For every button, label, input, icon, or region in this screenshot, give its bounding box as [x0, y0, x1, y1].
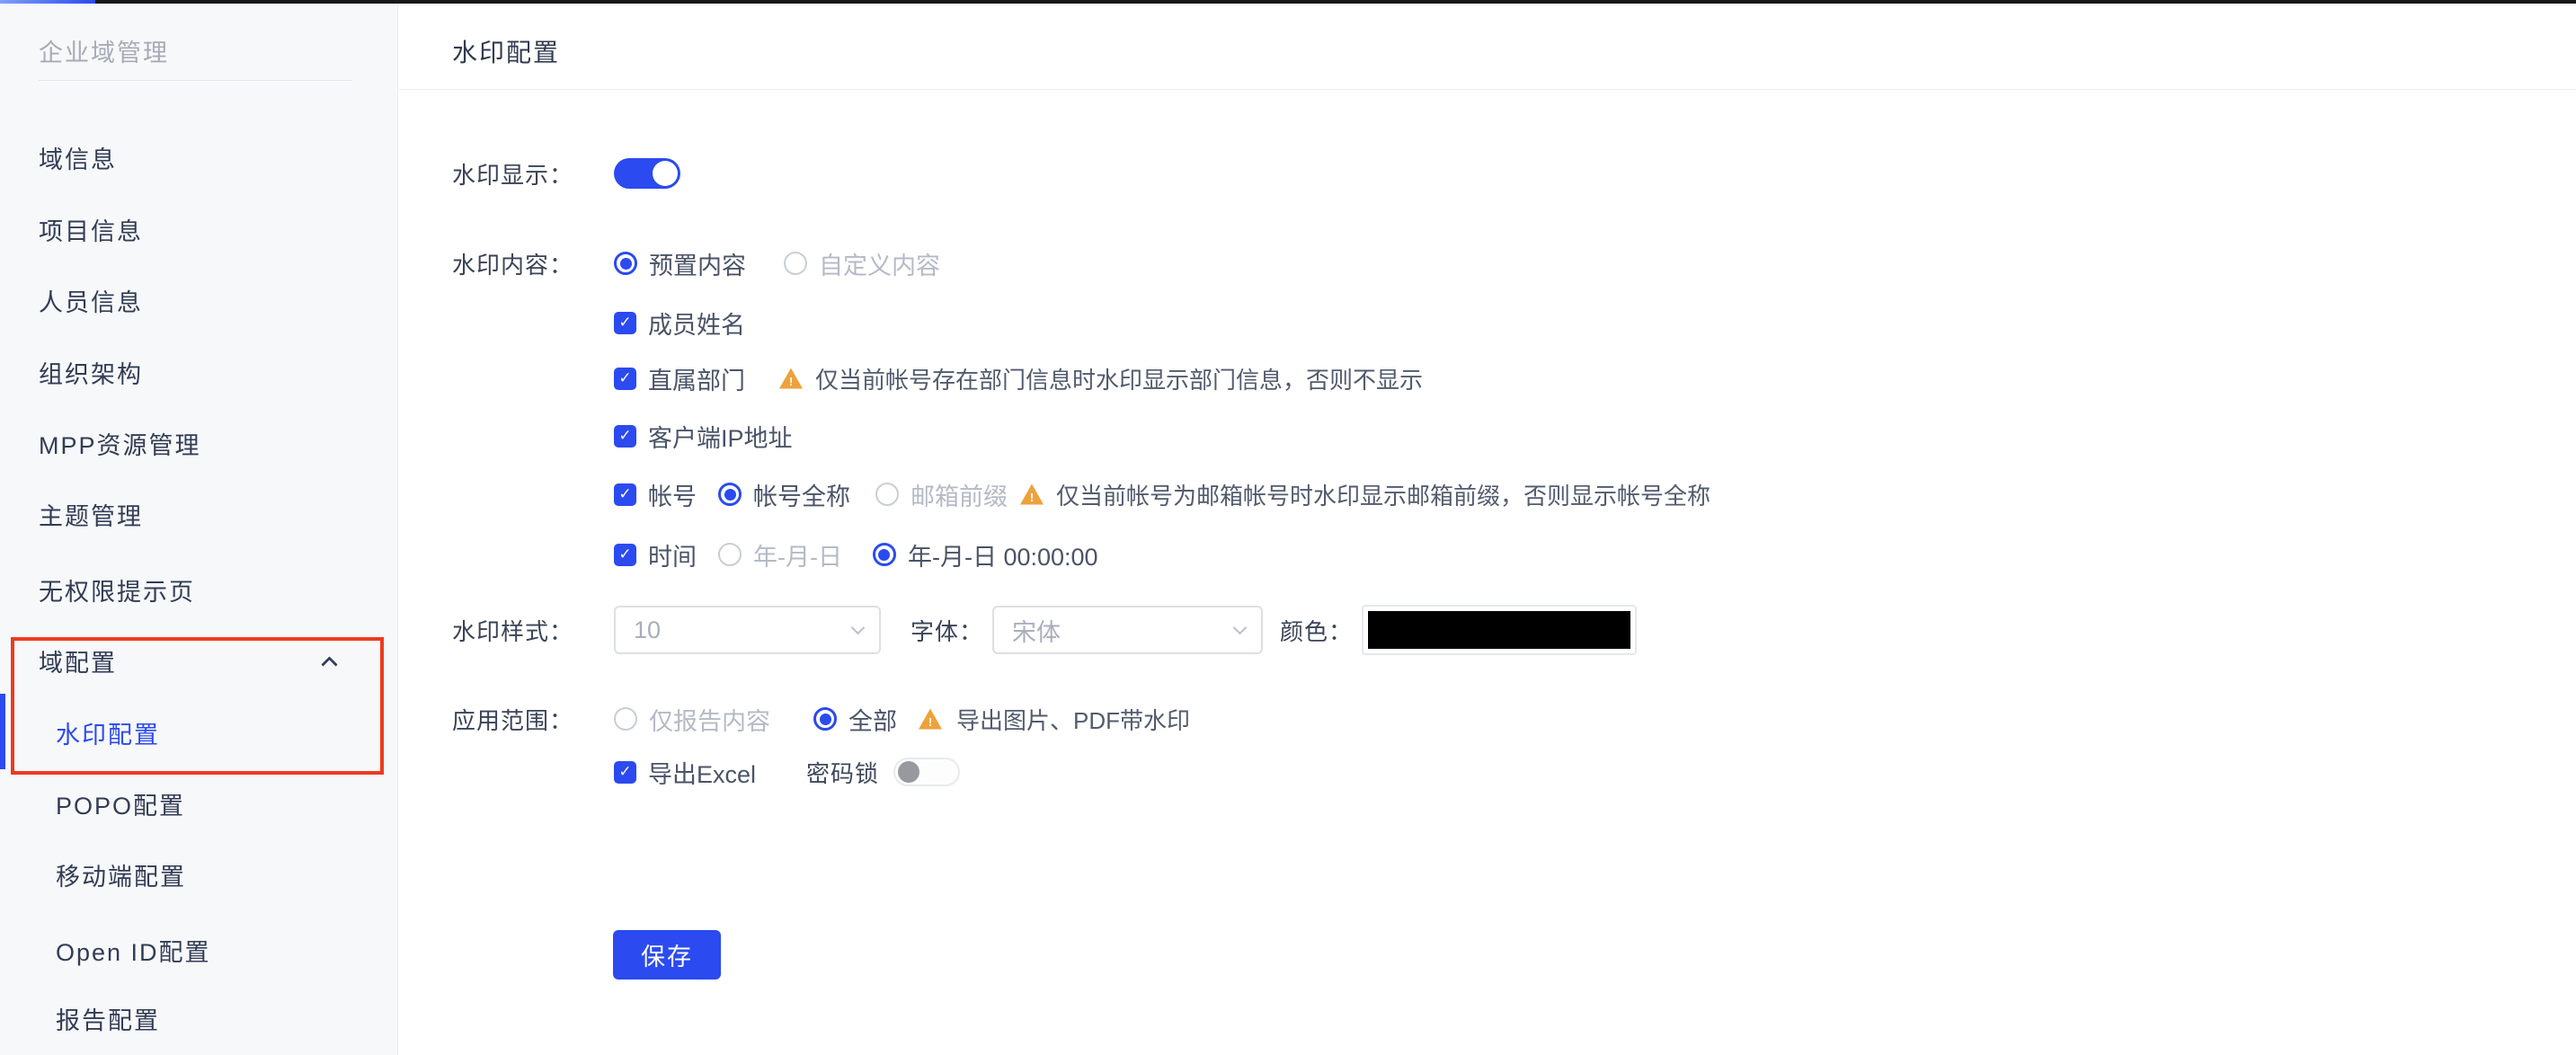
row-watermark-content: 水印内容： 预置内容 自定义内容	[452, 248, 940, 279]
warning-icon: !	[779, 368, 803, 389]
radio-account-fullname[interactable]	[718, 483, 742, 506]
watermark-content-label: 水印内容：	[452, 247, 566, 280]
row-watermark-display: 水印显示：	[452, 158, 680, 189]
checkbox-export-excel-label[interactable]: 导出Excel	[648, 755, 756, 790]
sidebar-item-org-structure[interactable]: 组织架构	[39, 361, 143, 388]
header-divider	[399, 89, 2576, 90]
row-department: ✓ 直属部门 ! 仅当前帐号存在部门信息时水印显示部门信息，否则不显示	[614, 363, 1423, 394]
row-account: ✓ 帐号 帐号全称 邮箱前缀 ! 仅当前帐号为邮箱帐号时水印显示邮箱前缀，否则显…	[614, 479, 1710, 510]
apply-scope-label: 应用范围：	[452, 703, 566, 736]
sidebar-item-project-info[interactable]: 项目信息	[39, 218, 143, 245]
radio-date-only-label[interactable]: 年-月-日	[753, 537, 842, 572]
radio-email-prefix-label[interactable]: 邮箱前缀	[910, 477, 1008, 512]
sidebar-section-title: 企业域管理	[39, 33, 169, 68]
sidebar-item-domain-info[interactable]: 域信息	[39, 146, 117, 173]
sidebar-item-openid-config[interactable]: Open ID配置	[56, 939, 211, 966]
save-button[interactable]: 保存	[613, 930, 721, 980]
checkbox-client-ip-label[interactable]: 客户端IP地址	[648, 419, 793, 454]
checkbox-time[interactable]: ✓	[614, 544, 636, 566]
department-warning-text: 仅当前帐号存在部门信息时水印显示部门信息，否则不显示	[815, 362, 1423, 395]
radio-preset-content-label[interactable]: 预置内容	[649, 246, 746, 281]
row-client-ip: ✓ 客户端IP地址	[614, 421, 793, 451]
row-apply-scope: 应用范围： 仅报告内容 全部 ! 导出图片、PDF带水印	[452, 704, 1190, 734]
sidebar-item-watermark-config[interactable]: 水印配置	[56, 722, 160, 749]
window-top-strip	[0, 0, 2576, 4]
checkbox-export-excel[interactable]: ✓	[614, 761, 636, 784]
radio-email-prefix[interactable]	[875, 483, 899, 506]
loading-progress-bar	[0, 0, 95, 4]
sidebar-divider	[39, 80, 352, 81]
row-watermark-style: 水印样式： 10 字体： 宋体 颜色：	[452, 605, 1637, 655]
checkbox-account-label[interactable]: 帐号	[648, 477, 697, 512]
size-select-value: 10	[634, 616, 853, 644]
sidebar-item-mobile-config[interactable]: 移动端配置	[56, 864, 186, 891]
sidebar-group-label: 域配置	[39, 650, 117, 677]
sidebar-item-report-config[interactable]: 报告配置	[56, 1007, 160, 1034]
checkbox-member-name[interactable]: ✓	[614, 312, 636, 334]
watermark-display-toggle[interactable]	[614, 158, 680, 189]
toggle-knob	[653, 161, 678, 186]
radio-custom-content[interactable]	[784, 252, 807, 275]
radio-report-only-label[interactable]: 仅报告内容	[649, 702, 770, 737]
radio-date-time-label[interactable]: 年-月-日 00:00:00	[908, 537, 1098, 572]
sidebar-item-personnel-info[interactable]: 人员信息	[39, 289, 143, 316]
toggle-knob	[898, 761, 919, 783]
radio-date-time[interactable]	[873, 543, 896, 566]
watermark-display-label: 水印显示：	[452, 157, 566, 191]
color-label: 颜色：	[1280, 614, 1353, 647]
row-export-excel: ✓ 导出Excel 密码锁	[614, 757, 960, 787]
checkbox-account[interactable]: ✓	[614, 483, 636, 506]
chevron-down-icon	[851, 620, 866, 634]
row-time: ✓ 时间 年-月-日 年-月-日 00:00:00	[614, 539, 1098, 570]
radio-all-label[interactable]: 全部	[848, 702, 897, 737]
checkbox-time-label[interactable]: 时间	[648, 537, 697, 572]
radio-all[interactable]	[813, 707, 837, 731]
color-swatch	[1368, 611, 1630, 649]
main-content: 水印配置 水印显示： 水印内容： 预置内容 自定义内容 ✓ 成员姓名 ✓ 直属部…	[399, 4, 2576, 1055]
account-warning-text: 仅当前帐号为邮箱帐号时水印显示邮箱前缀，否则显示帐号全称	[1056, 478, 1710, 511]
radio-custom-content-label[interactable]: 自定义内容	[819, 246, 940, 281]
checkbox-department[interactable]: ✓	[614, 368, 636, 390]
sidebar-item-mpp-resource[interactable]: MPP资源管理	[39, 432, 201, 459]
page-title: 水印配置	[452, 33, 560, 69]
checkbox-client-ip[interactable]: ✓	[614, 425, 636, 448]
watermark-settings-page: 企业域管理 域信息 项目信息 人员信息 组织架构 MPP资源管理 主题管理 无权…	[0, 0, 2576, 1055]
warning-icon: !	[919, 709, 942, 730]
warning-icon: !	[1020, 484, 1044, 505]
checkbox-department-label[interactable]: 直属部门	[648, 361, 745, 396]
color-picker[interactable]	[1362, 605, 1637, 655]
radio-preset-content[interactable]	[614, 252, 637, 275]
sidebar-group-domain-config[interactable]: 域配置	[39, 650, 371, 677]
radio-date-only[interactable]	[718, 543, 742, 566]
radio-account-fullname-label[interactable]: 帐号全称	[753, 477, 850, 512]
watermark-style-label: 水印样式：	[452, 614, 566, 647]
chevron-up-icon	[321, 656, 337, 672]
sidebar-item-popo-config[interactable]: POPO配置	[56, 793, 185, 820]
radio-report-only[interactable]	[614, 707, 637, 731]
sidebar-item-no-permission-page[interactable]: 无权限提示页	[39, 579, 195, 606]
font-label: 字体：	[910, 614, 983, 647]
row-member-name: ✓ 成员姓名	[614, 307, 745, 338]
password-lock-label: 密码锁	[806, 756, 879, 789]
checkbox-member-name-label[interactable]: 成员姓名	[648, 306, 745, 341]
active-item-indicator	[0, 694, 5, 769]
scope-warning-text: 导出图片、PDF带水印	[956, 703, 1190, 736]
font-select[interactable]: 宋体	[992, 606, 1263, 654]
font-select-value: 宋体	[1012, 613, 1235, 648]
sidebar: 企业域管理 域信息 项目信息 人员信息 组织架构 MPP资源管理 主题管理 无权…	[0, 4, 398, 1055]
size-select[interactable]: 10	[614, 606, 881, 654]
password-lock-toggle[interactable]	[893, 758, 960, 786]
chevron-down-icon	[1233, 620, 1248, 634]
sidebar-item-theme-mgmt[interactable]: 主题管理	[39, 503, 143, 530]
